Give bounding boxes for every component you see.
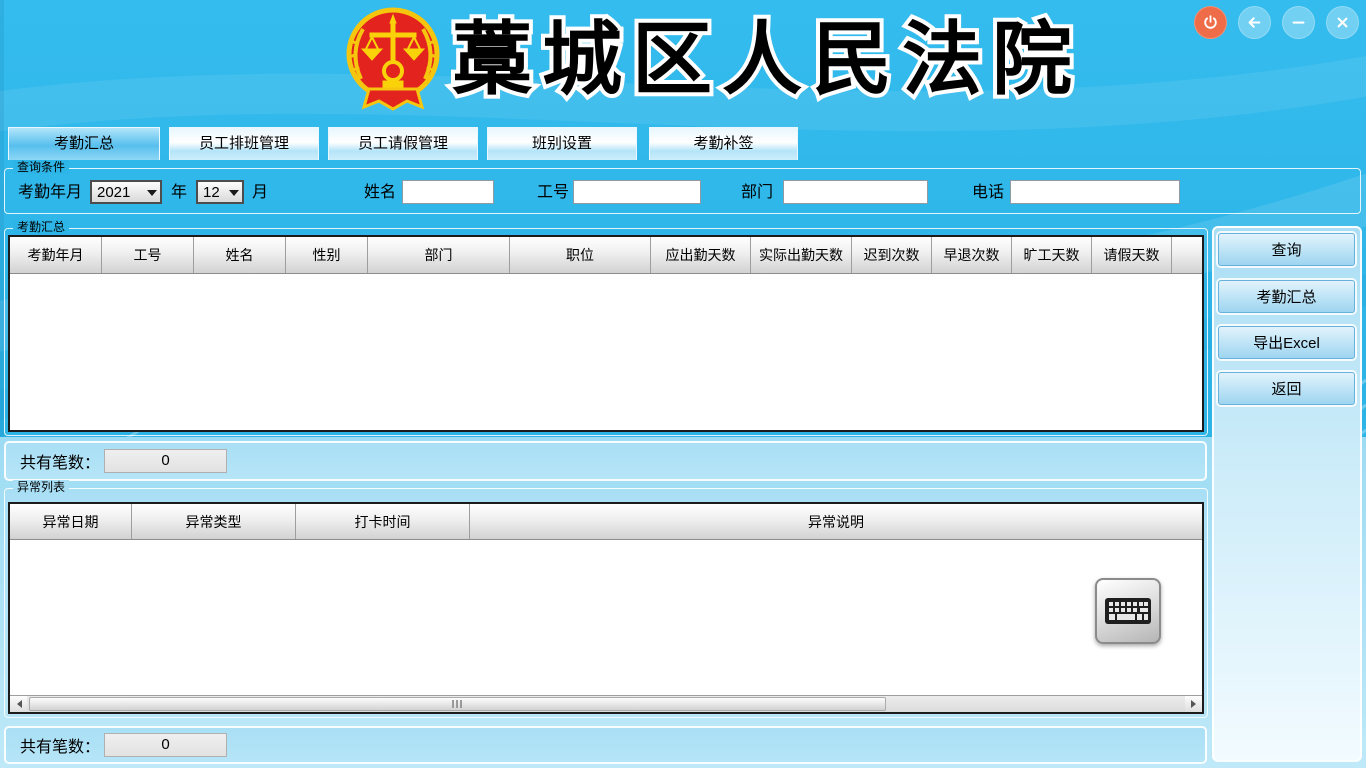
summary-col-position[interactable]: 职位 [510, 237, 651, 273]
summary-col-department[interactable]: 部门 [368, 237, 510, 273]
back-button[interactable] [1238, 6, 1271, 39]
summary-col-name[interactable]: 姓名 [194, 237, 286, 273]
scroll-left-icon [13, 700, 22, 708]
summary-col-filler [1172, 237, 1202, 273]
summary-col-period[interactable]: 考勤年月 [10, 237, 102, 273]
chevron-down-icon [144, 184, 160, 201]
close-button[interactable] [1326, 6, 1359, 39]
exception-col-type[interactable]: 异常类型 [132, 504, 296, 539]
search-button[interactable]: 查询 [1218, 233, 1355, 266]
employee-id-input[interactable] [573, 180, 701, 204]
power-icon [1202, 14, 1219, 31]
tab-shift-type-settings[interactable]: 班别设置 [487, 127, 637, 160]
scroll-left-button[interactable] [10, 696, 27, 712]
exceptions-count-value: 0 [104, 733, 227, 757]
summary-col-early-leave-count[interactable]: 早退次数 [932, 237, 1012, 273]
tab-attendance-makeup[interactable]: 考勤补签 [649, 127, 798, 160]
exceptions-table-body[interactable] [10, 540, 1202, 695]
summary-group-label: 考勤汇总 [13, 220, 69, 234]
horizontal-scrollbar[interactable] [10, 695, 1202, 712]
exception-col-date[interactable]: 异常日期 [10, 504, 132, 539]
summary-count-strip: 共有笔数： 0 [4, 441, 1207, 481]
name-label: 姓名 [364, 181, 396, 205]
year-select-value: 2021 [92, 184, 144, 201]
month-suffix-label: 月 [252, 181, 268, 205]
scroll-right-icon [1191, 700, 1200, 708]
query-group-label: 查询条件 [13, 160, 69, 174]
tab-shift-management[interactable]: 员工排班管理 [169, 127, 319, 160]
summary-col-gender[interactable]: 性别 [286, 237, 368, 273]
year-suffix-label: 年 [171, 181, 187, 205]
close-icon [1334, 14, 1351, 31]
scrollbar-grip-icon [452, 700, 454, 708]
month-select[interactable]: 12 [196, 180, 244, 204]
scrollbar-grip-icon [460, 700, 462, 708]
exceptions-group-label: 异常列表 [13, 480, 69, 494]
exception-col-punch-time[interactable]: 打卡时间 [296, 504, 470, 539]
return-button[interactable]: 返回 [1218, 372, 1355, 405]
month-select-value: 12 [198, 184, 226, 201]
back-arrow-icon [1246, 14, 1263, 31]
keyboard-icon [1104, 593, 1152, 629]
exceptions-table-header: 异常日期 异常类型 打卡时间 异常说明 [10, 504, 1202, 540]
scrollbar-track[interactable] [27, 696, 1185, 712]
year-select[interactable]: 2021 [90, 180, 162, 204]
summary-col-absent-days[interactable]: 旷工天数 [1012, 237, 1092, 273]
summary-col-employee-id[interactable]: 工号 [102, 237, 194, 273]
minimize-icon [1290, 14, 1307, 31]
summary-count-label: 共有笔数： [20, 449, 100, 473]
summary-table-body[interactable] [10, 274, 1202, 430]
period-label: 考勤年月 [18, 181, 82, 205]
summary-col-leave-days[interactable]: 请假天数 [1092, 237, 1172, 273]
summary-table: 考勤年月 工号 姓名 性别 部门 职位 应出勤天数 实际出勤天数 迟到次数 早退… [8, 235, 1204, 432]
department-label: 部门 [741, 181, 773, 205]
court-emblem-logo [343, 5, 443, 117]
power-button[interactable] [1194, 6, 1227, 39]
chevron-down-icon [226, 184, 242, 201]
employee-id-label: 工号 [537, 181, 569, 205]
summary-col-actual-days[interactable]: 实际出勤天数 [751, 237, 852, 273]
tab-leave-management[interactable]: 员工请假管理 [328, 127, 478, 160]
app-title: 藁城区人民法院 [452, 10, 1022, 110]
summary-col-expected-days[interactable]: 应出勤天数 [651, 237, 751, 273]
scrollbar-thumb[interactable] [29, 697, 886, 711]
department-input[interactable] [783, 180, 928, 204]
exceptions-count-label: 共有笔数： [20, 733, 100, 757]
summary-table-header: 考勤年月 工号 姓名 性别 部门 职位 应出勤天数 实际出勤天数 迟到次数 早退… [10, 237, 1202, 274]
scroll-right-button[interactable] [1185, 696, 1202, 712]
exception-col-description[interactable]: 异常说明 [470, 504, 1202, 539]
virtual-keyboard-button[interactable] [1095, 578, 1161, 644]
export-excel-button[interactable]: 导出Excel [1218, 326, 1355, 359]
summary-count-value: 0 [104, 449, 227, 473]
exceptions-table: 异常日期 异常类型 打卡时间 异常说明 [8, 502, 1204, 714]
exceptions-count-strip: 共有笔数： 0 [4, 726, 1207, 764]
name-input[interactable] [402, 180, 494, 204]
summary-col-late-count[interactable]: 迟到次数 [852, 237, 932, 273]
scrollbar-grip-icon [456, 700, 458, 708]
attendance-summary-button[interactable]: 考勤汇总 [1218, 280, 1355, 313]
phone-input[interactable] [1010, 180, 1180, 204]
phone-label: 电话 [972, 181, 1004, 205]
tab-attendance-summary[interactable]: 考勤汇总 [8, 127, 160, 160]
minimize-button[interactable] [1282, 6, 1315, 39]
